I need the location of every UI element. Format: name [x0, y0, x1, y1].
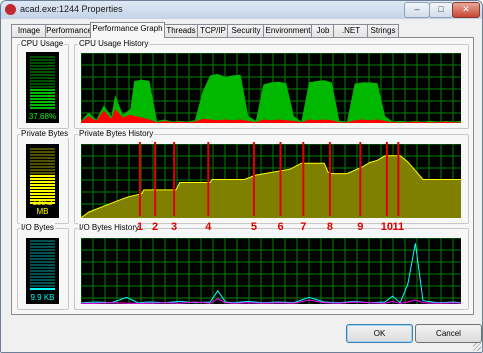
- meter-segment: [30, 175, 55, 177]
- meter-segment: [30, 83, 55, 85]
- tab-performance-graph[interactable]: Performance Graph: [90, 22, 165, 38]
- io-bytes-history-chart: [81, 238, 461, 304]
- cpu-total-area: [81, 74, 461, 123]
- private-bytes-history-chart: [81, 144, 461, 218]
- tab-strings[interactable]: Strings: [367, 24, 399, 37]
- private-bytes-area: [81, 155, 461, 218]
- minimize-button[interactable]: –: [404, 2, 430, 18]
- meter-segment: [30, 184, 55, 186]
- private-bytes-history-graph: [81, 144, 461, 218]
- ok-button[interactable]: OK: [346, 324, 413, 343]
- meter-segment: [30, 169, 55, 171]
- properties-window: acad.exe:1244 Properties – □ ✕ Image Per…: [0, 0, 483, 353]
- meter-segment: [30, 261, 55, 263]
- meter-segment: [30, 71, 55, 73]
- meter-segment: [30, 89, 55, 91]
- private-bytes-label: Private Bytes: [20, 129, 70, 138]
- tab-environment[interactable]: Environment: [263, 24, 313, 37]
- cpu-usage-history-chart: [81, 53, 461, 123]
- app-icon: [5, 4, 16, 15]
- meter-segment: [30, 98, 55, 100]
- cpu-usage-meter: 37.68%: [26, 52, 59, 123]
- meter-segment: [30, 92, 55, 94]
- tab-image[interactable]: Image: [11, 24, 47, 37]
- meter-segment: [30, 264, 55, 266]
- meter-segment: [30, 77, 55, 79]
- meter-segment: [30, 101, 55, 103]
- meter-segment: [30, 240, 55, 242]
- io-bytes-history-label: I/O Bytes History: [78, 223, 141, 232]
- meter-segment: [30, 74, 55, 76]
- meter-segment: [30, 181, 55, 183]
- private-bytes-meter: 139.2 MB: [26, 144, 59, 218]
- private-bytes-value: 139.2 MB: [32, 198, 53, 216]
- tab-job[interactable]: Job: [311, 24, 335, 37]
- close-button[interactable]: ✕: [452, 2, 480, 18]
- title-bar[interactable]: acad.exe:1244 Properties – □ ✕: [1, 1, 482, 19]
- meter-segment: [30, 267, 55, 269]
- meter-segment: [30, 288, 55, 290]
- tab-dotnet[interactable]: .NET: [333, 24, 369, 37]
- meter-segment: [30, 279, 55, 281]
- cpu-usage-history-label: CPU Usage History: [78, 39, 150, 48]
- meter-segment: [30, 243, 55, 245]
- window-title: acad.exe:1244 Properties: [20, 4, 123, 14]
- meter-segment: [30, 166, 55, 168]
- meter-segment: [30, 104, 55, 106]
- cancel-button[interactable]: Cancel: [415, 324, 482, 343]
- meter-segment: [30, 80, 55, 82]
- maximize-button[interactable]: □: [429, 2, 453, 18]
- meter-segment: [30, 249, 55, 251]
- meter-segment: [30, 151, 55, 153]
- meter-segment: [30, 86, 55, 88]
- io-bytes-meter: 9.9 KB: [26, 238, 59, 304]
- meter-segment: [30, 95, 55, 97]
- meter-segment: [30, 68, 55, 70]
- meter-segment: [30, 187, 55, 189]
- resize-grip[interactable]: [473, 343, 481, 351]
- meter-segment: [30, 148, 55, 150]
- performance-graph-panel: CPU Usage 37.68% CPU Usage History Priva…: [11, 37, 474, 315]
- meter-segment: [30, 62, 55, 64]
- meter-segment: [30, 172, 55, 174]
- io-bytes-label: I/O Bytes: [20, 223, 55, 232]
- io-bytes-history-graph: [81, 238, 461, 304]
- meter-segment: [30, 270, 55, 272]
- meter-segment: [30, 163, 55, 165]
- io-read-line: [81, 243, 461, 304]
- meter-segment: [30, 178, 55, 180]
- meter-segment: [30, 282, 55, 284]
- meter-segment: [30, 258, 55, 260]
- cpu-usage-label: CPU Usage: [20, 39, 65, 48]
- tab-threads[interactable]: Threads: [163, 24, 199, 37]
- meter-segment: [30, 107, 55, 109]
- meter-segment: [30, 255, 55, 257]
- meter-segment: [30, 285, 55, 287]
- meter-segment: [30, 276, 55, 278]
- tab-security[interactable]: Security: [227, 24, 265, 37]
- tab-performance[interactable]: Performance: [45, 24, 93, 37]
- io-bytes-value: 9.9 KB: [30, 293, 55, 302]
- meter-segment: [30, 160, 55, 162]
- cpu-usage-value: 37.68%: [28, 112, 57, 121]
- meter-segment: [30, 252, 55, 254]
- tab-tcpip[interactable]: TCP/IP: [197, 24, 229, 37]
- meter-segment: [30, 154, 55, 156]
- meter-segment: [30, 65, 55, 67]
- meter-segment: [30, 190, 55, 192]
- meter-segment: [30, 59, 55, 61]
- meter-segment: [30, 246, 55, 248]
- cpu-usage-history-graph: [81, 53, 461, 123]
- meter-segment: [30, 157, 55, 159]
- private-bytes-history-label: Private Bytes History: [78, 129, 155, 138]
- meter-segment: [30, 193, 55, 195]
- meter-segment: [30, 56, 55, 58]
- meter-segment: [30, 273, 55, 275]
